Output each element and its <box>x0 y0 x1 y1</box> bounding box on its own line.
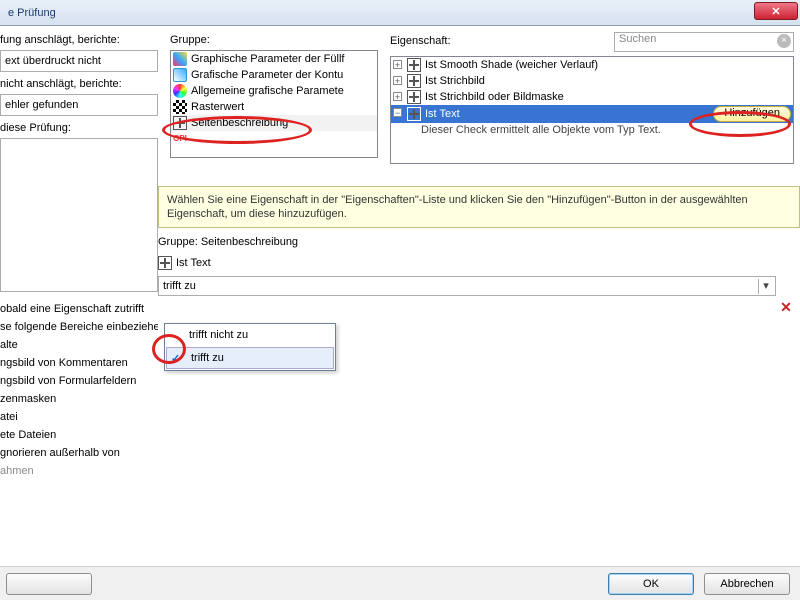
label-property: Eigenschaft: <box>390 35 608 47</box>
close-icon: ✕ <box>771 5 780 18</box>
condition-combo[interactable]: trifft zu ▾ <box>158 276 776 296</box>
palette-icon <box>173 52 187 66</box>
titlebar: e Prüfung ✕ <box>0 0 800 26</box>
list-item[interactable]: ngsbild von Formularfeldern <box>0 372 158 390</box>
list-item[interactable]: zenmasken <box>0 390 158 408</box>
selected-group-line: Gruppe: Seitenbeschreibung <box>158 236 800 248</box>
page-icon <box>158 256 172 270</box>
dropdown-option[interactable]: trifft nicht zu <box>165 324 335 346</box>
hint-box: Wählen Sie eine Eigenschaft in der "Eige… <box>158 186 800 228</box>
cancel-button[interactable]: Abbrechen <box>704 573 790 595</box>
group-row-selected[interactable]: Seitenbeschreibung <box>171 115 377 131</box>
list-item[interactable]: ahmen <box>0 462 158 480</box>
ok-button[interactable]: OK <box>608 573 694 595</box>
page-icon <box>407 74 421 88</box>
page-icon <box>173 116 187 130</box>
add-button[interactable]: Hinzufügen <box>713 106 791 122</box>
check-icon: ✓ <box>171 352 183 364</box>
label-this-check: diese Prüfung: <box>0 122 158 134</box>
group-row[interactable]: Grafische Parameter der Kontu <box>171 67 377 83</box>
input-hit-report[interactable]: ext überdruckt nicht <box>0 50 158 72</box>
list-item[interactable]: obald eine Eigenschaft zutrifft <box>0 300 158 318</box>
list-item[interactable]: ngsbild von Kommentaren <box>0 354 158 372</box>
property-listbox[interactable]: +Ist Smooth Shade (weicher Verlauf) +Ist… <box>390 56 794 164</box>
group-listbox[interactable]: Graphische Parameter der Füllf Grafische… <box>170 50 378 158</box>
list-item[interactable]: gnorieren außerhalb von <box>0 444 158 462</box>
dropdown-option-selected[interactable]: ✓ trifft zu <box>166 347 334 369</box>
left-options-list: obald eine Eigenschaft zutrifft se folge… <box>0 300 158 480</box>
search-input[interactable]: Suchen × <box>614 32 794 52</box>
footer-left-button[interactable] <box>6 573 92 595</box>
search-placeholder: Suchen <box>619 33 656 45</box>
property-row-selected[interactable]: −Ist Text Hinzufügen <box>391 105 793 123</box>
expand-icon[interactable]: + <box>393 76 402 85</box>
label-hit-report: fung anschlägt, berichte: <box>0 34 158 46</box>
window-title: e Prüfung <box>4 7 56 19</box>
list-item[interactable]: se folgende Bereiche einbeziehen: <box>0 318 158 336</box>
property-panel: Eigenschaft: Suchen × +Ist Smooth Shade … <box>384 26 800 566</box>
selected-prop-line: Ist Text <box>158 256 800 270</box>
left-panel: fung anschlägt, berichte: ext überdruckt… <box>0 26 164 566</box>
property-row[interactable]: +Ist Strichbild <box>391 73 793 89</box>
property-description: Dieser Check ermittelt alle Objekte vom … <box>391 123 793 137</box>
expand-icon[interactable]: + <box>393 60 402 69</box>
remove-button[interactable]: ✕ <box>778 299 794 315</box>
page-icon <box>407 90 421 104</box>
label-nohit-report: nicht anschlägt, berichte: <box>0 78 158 90</box>
close-button[interactable]: ✕ <box>754 2 798 20</box>
palette-icon <box>173 68 187 82</box>
group-row[interactable]: Allgemeine grafische Paramete <box>171 83 377 99</box>
group-row[interactable]: OPIOPI <box>171 131 377 147</box>
colorwheel-icon <box>173 84 187 98</box>
condition-dropdown[interactable]: trifft nicht zu ✓ trifft zu <box>164 323 336 371</box>
property-row[interactable]: +Ist Strichbild oder Bildmaske <box>391 89 793 105</box>
clear-icon[interactable]: × <box>777 34 791 48</box>
checker-icon <box>173 100 187 114</box>
group-row[interactable]: Graphische Parameter der Füllf <box>171 51 377 67</box>
label-group: Gruppe: <box>170 34 378 46</box>
expand-icon[interactable]: + <box>393 92 402 101</box>
collapse-icon[interactable]: − <box>393 108 402 117</box>
textarea-check[interactable] <box>0 138 158 292</box>
dialog-footer: OK Abbrechen <box>0 566 800 600</box>
page-icon <box>407 107 421 121</box>
list-item[interactable]: atei <box>0 408 158 426</box>
page-icon <box>407 58 421 72</box>
list-item[interactable]: ete Dateien <box>0 426 158 444</box>
list-item[interactable]: alte <box>0 336 158 354</box>
group-panel: Gruppe: Graphische Parameter der Füllf G… <box>164 26 384 566</box>
chevron-down-icon[interactable]: ▾ <box>758 279 773 294</box>
property-row[interactable]: +Ist Smooth Shade (weicher Verlauf) <box>391 57 793 73</box>
group-row[interactable]: Rasterwert <box>171 99 377 115</box>
opi-icon: OPI <box>173 132 187 146</box>
input-nohit-report[interactable]: ehler gefunden <box>0 94 158 116</box>
